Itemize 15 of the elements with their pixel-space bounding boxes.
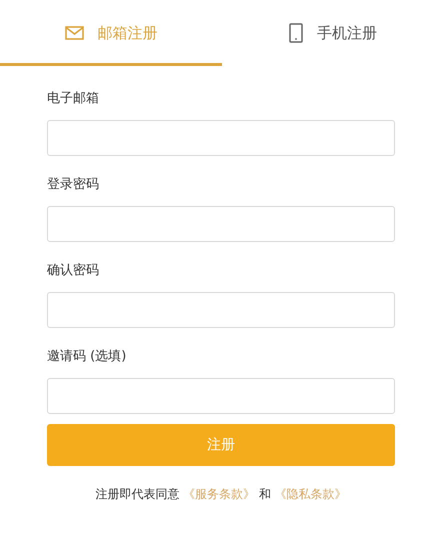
terms-link[interactable]: 《服务条款》 xyxy=(183,487,256,501)
terms-text: 和 xyxy=(258,487,272,501)
register-button[interactable]: 注册 xyxy=(47,424,395,466)
field-label: 确认密码 xyxy=(47,262,100,280)
input-field[interactable] xyxy=(47,378,395,414)
mail-icon xyxy=(64,26,84,40)
field-label: 邀请码 (选填) xyxy=(47,348,128,366)
terms-text: 注册即代表同意 xyxy=(95,487,180,501)
terms-link[interactable]: 《隐私条款》 xyxy=(274,487,347,501)
field-label: 电子邮箱 xyxy=(47,90,100,108)
input-field[interactable] xyxy=(47,206,395,242)
input-field[interactable] xyxy=(47,120,395,156)
input-field[interactable] xyxy=(47,292,395,328)
field-label: 登录密码 xyxy=(47,176,100,194)
phone-icon xyxy=(289,23,303,43)
